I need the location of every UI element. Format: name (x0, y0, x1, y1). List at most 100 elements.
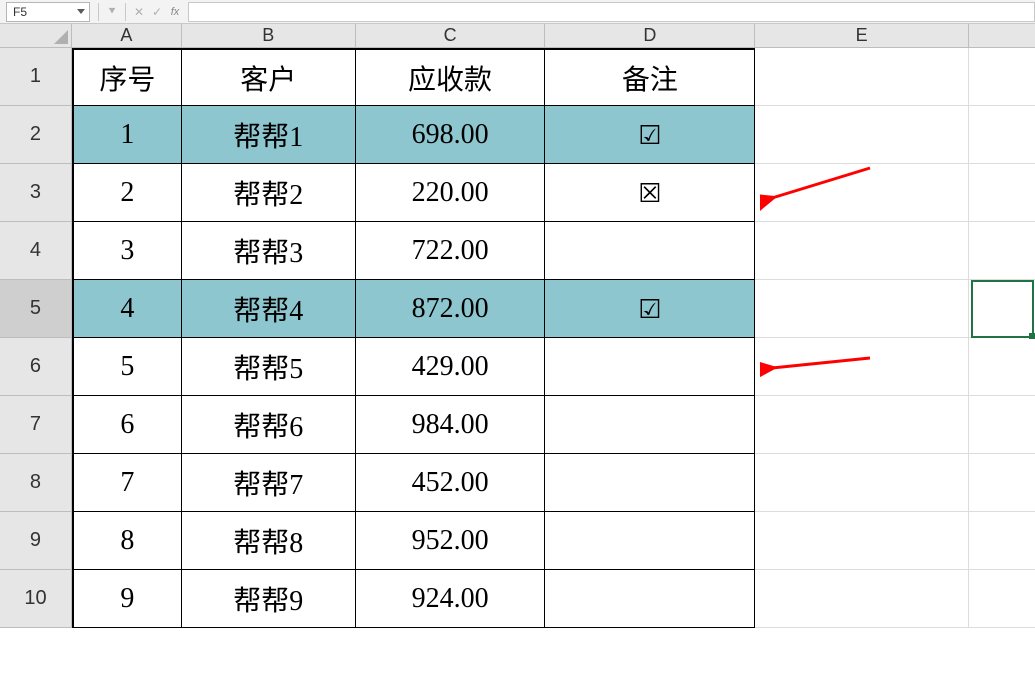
cell[interactable]: 2 (72, 164, 182, 222)
fx-icon[interactable]: fx (166, 3, 184, 21)
col-header-F[interactable] (969, 24, 1035, 48)
cell[interactable]: 5 (72, 338, 182, 396)
cell[interactable]: 952.00 (356, 512, 546, 570)
cell[interactable]: 3 (72, 222, 182, 280)
cell[interactable] (755, 106, 969, 164)
name-box[interactable]: F5 (6, 2, 90, 22)
cell[interactable] (969, 164, 1035, 222)
col-header-A[interactable]: A (72, 24, 182, 48)
col-header-D[interactable]: D (545, 24, 755, 48)
cell[interactable]: 872.00 (356, 280, 546, 338)
cell[interactable] (545, 570, 755, 628)
cell[interactable] (755, 48, 969, 106)
row-header[interactable]: 7 (0, 396, 72, 454)
cell[interactable] (969, 396, 1035, 454)
row-header[interactable]: 1 (0, 48, 72, 106)
col-header-B[interactable]: B (182, 24, 356, 48)
cell[interactable] (969, 106, 1035, 164)
row-header[interactable]: 2 (0, 106, 72, 164)
cell[interactable]: 帮帮2 (182, 164, 356, 222)
table-row: 76帮帮6984.00 (0, 396, 1035, 454)
cell[interactable]: 1 (72, 106, 182, 164)
cell[interactable]: 452.00 (356, 454, 546, 512)
cell[interactable] (545, 222, 755, 280)
cell[interactable]: 6 (72, 396, 182, 454)
row-header[interactable]: 4 (0, 222, 72, 280)
cell[interactable] (755, 454, 969, 512)
col-header-C[interactable]: C (356, 24, 546, 48)
table-row: 109帮帮9924.00 (0, 570, 1035, 628)
cell[interactable] (545, 454, 755, 512)
row-header[interactable]: 6 (0, 338, 72, 396)
cancel-icon[interactable]: ✕ (130, 3, 148, 21)
cell[interactable]: 8 (72, 512, 182, 570)
checkbox-cross-icon: ☒ (638, 180, 661, 206)
cell[interactable]: ☒ (545, 164, 755, 222)
cell[interactable] (755, 570, 969, 628)
cell[interactable] (755, 396, 969, 454)
row-header[interactable]: 10 (0, 570, 72, 628)
table-row: 87帮帮7452.00 (0, 454, 1035, 512)
cell[interactable]: 帮帮9 (182, 570, 356, 628)
cell[interactable]: 帮帮7 (182, 454, 356, 512)
chevron-down-icon[interactable] (77, 9, 85, 14)
cell[interactable]: 帮帮4 (182, 280, 356, 338)
cell[interactable]: ☑ (545, 280, 755, 338)
cell[interactable] (969, 454, 1035, 512)
cell[interactable]: 220.00 (356, 164, 546, 222)
cell[interactable] (755, 164, 969, 222)
cell[interactable] (545, 338, 755, 396)
row-header[interactable]: 8 (0, 454, 72, 512)
cell[interactable]: 429.00 (356, 338, 546, 396)
cell[interactable] (755, 338, 969, 396)
cell[interactable]: 698.00 (356, 106, 546, 164)
row-header[interactable]: 3 (0, 164, 72, 222)
cell[interactable]: 9 (72, 570, 182, 628)
table-row: 98帮帮8952.00 (0, 512, 1035, 570)
cell[interactable] (755, 280, 969, 338)
formula-input[interactable] (188, 2, 1035, 22)
cell[interactable]: 备注 (545, 48, 755, 106)
table-row: 32帮帮2220.00 ☒ (0, 164, 1035, 222)
confirm-icon[interactable]: ✓ (148, 3, 166, 21)
table-row: 1 序号 客户 应收款 备注 (0, 48, 1035, 106)
col-header-E[interactable]: E (755, 24, 969, 48)
cell[interactable] (969, 570, 1035, 628)
cell[interactable]: 722.00 (356, 222, 546, 280)
cell[interactable] (969, 222, 1035, 280)
cell[interactable]: 7 (72, 454, 182, 512)
separator (125, 3, 126, 21)
cell[interactable]: 帮帮6 (182, 396, 356, 454)
table-row: 54帮帮4872.00 ☑ (0, 280, 1035, 338)
cell[interactable]: 4 (72, 280, 182, 338)
cell[interactable] (545, 512, 755, 570)
cell[interactable]: 帮帮8 (182, 512, 356, 570)
spreadsheet-grid[interactable]: A B C D E 1 序号 客户 应收款 备注 21帮帮1698.00☑32帮… (0, 24, 1035, 628)
cell[interactable]: 帮帮1 (182, 106, 356, 164)
cell[interactable]: 应收款 (356, 48, 546, 106)
cell[interactable] (755, 512, 969, 570)
select-all-corner[interactable] (0, 24, 72, 48)
cell[interactable]: 帮帮3 (182, 222, 356, 280)
cell[interactable] (755, 222, 969, 280)
cell[interactable] (969, 338, 1035, 396)
cell[interactable]: 客户 (182, 48, 356, 106)
table-row: 21帮帮1698.00 ☑ (0, 106, 1035, 164)
row-header[interactable]: 5 (0, 280, 72, 338)
formula-bar: F5 ⯆ ✕ ✓ fx (0, 0, 1035, 24)
cell[interactable]: 序号 (72, 48, 182, 106)
table-row: 65帮帮5429.00 (0, 338, 1035, 396)
expand-icon[interactable]: ⯆ (103, 3, 121, 21)
cell[interactable]: 924.00 (356, 570, 546, 628)
row-header[interactable]: 9 (0, 512, 72, 570)
cell[interactable] (969, 280, 1035, 338)
cell[interactable]: 帮帮5 (182, 338, 356, 396)
cell[interactable] (969, 48, 1035, 106)
cell[interactable] (969, 512, 1035, 570)
checkbox-checked-icon: ☑ (638, 122, 661, 148)
checkbox-checked-icon: ☑ (638, 296, 661, 322)
cell[interactable]: ☑ (545, 106, 755, 164)
cell[interactable] (545, 396, 755, 454)
cell[interactable]: 984.00 (356, 396, 546, 454)
separator (98, 3, 99, 21)
